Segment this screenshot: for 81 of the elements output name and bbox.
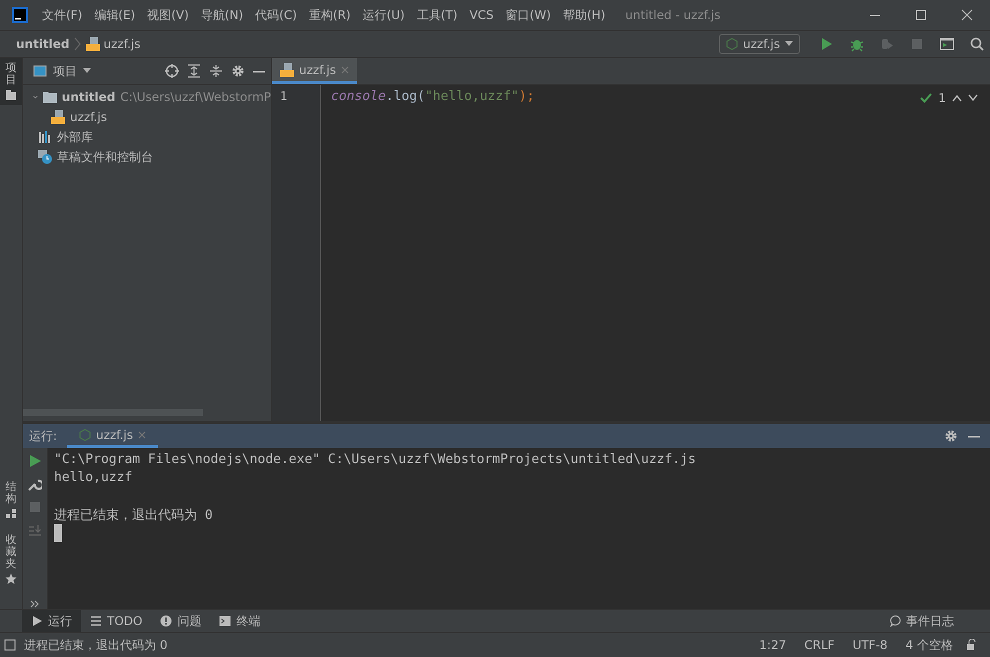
- tool-window-tab[interactable]: 问题: [151, 610, 210, 632]
- locate-icon[interactable]: [165, 64, 179, 78]
- maximize-icon[interactable]: [915, 9, 927, 21]
- panel-label: 运行:: [29, 428, 58, 444]
- nodejs-icon: [79, 428, 92, 440]
- side-tab[interactable]: 项目: [0, 58, 22, 106]
- close-icon[interactable]: [961, 9, 973, 21]
- status-message: 进程已结束，退出代码为 0: [24, 636, 168, 654]
- lock-icon[interactable]: [966, 639, 978, 651]
- menu-item[interactable]: 运行(U): [356, 6, 411, 24]
- app-logo-icon: [12, 7, 28, 23]
- tree-item[interactable]: 外部库: [57, 128, 93, 146]
- inspection-count[interactable]: 1: [938, 91, 946, 105]
- menu-item[interactable]: 文件(F): [36, 6, 88, 24]
- play-icon: [31, 615, 43, 627]
- menu-item[interactable]: 视图(V): [141, 6, 195, 24]
- window-title: untitled - uzzf.js: [625, 8, 720, 22]
- event-log-button[interactable]: 事件日志: [884, 612, 960, 630]
- project-window-icon: [33, 64, 47, 78]
- menu-item[interactable]: 窗口(W): [500, 6, 557, 24]
- console-line: "C:\Program Files\nodejs\node.exe" C:\Users\uzzf\WebstormProjects\untitled\uzzf.js: [54, 452, 697, 469]
- menu-item[interactable]: VCS: [463, 8, 500, 22]
- star-icon: [5, 573, 17, 585]
- settings-icon[interactable]: [231, 64, 245, 78]
- tool-window-tab[interactable]: 终端: [210, 610, 270, 632]
- status-item[interactable]: CRLF: [799, 638, 840, 652]
- js-file-icon: [51, 110, 65, 124]
- code-line: console.log("hello,uzzf");: [331, 89, 535, 106]
- folder-icon: [5, 89, 17, 102]
- tool-window-tab[interactable]: 运行: [22, 610, 81, 632]
- structure-icon: [5, 508, 17, 520]
- menu-item[interactable]: 导航(N): [194, 6, 250, 24]
- run-configuration-dropdown[interactable]: uzzf.js: [719, 34, 800, 54]
- speech-bubble-icon: [890, 615, 902, 627]
- library-icon: [38, 130, 52, 144]
- chevron-up-icon[interactable]: [952, 94, 962, 102]
- status-item[interactable]: 1:27: [754, 638, 792, 652]
- tool-window-tab[interactable]: TODO: [81, 610, 152, 632]
- menu-item[interactable]: 编辑(E): [88, 6, 142, 24]
- chevron-down-icon[interactable]: [968, 94, 978, 102]
- tree-item[interactable]: untitled: [62, 90, 116, 104]
- breadcrumb-item[interactable]: untitled: [16, 37, 70, 51]
- side-tab[interactable]: 收藏夹: [0, 530, 22, 589]
- more-icon[interactable]: [30, 599, 40, 609]
- scrollbar[interactable]: [23, 409, 203, 416]
- breadcrumb-item[interactable]: uzzf.js: [104, 37, 140, 51]
- collapse-all-icon[interactable]: [209, 64, 223, 78]
- search-icon[interactable]: [969, 36, 985, 52]
- scratch-clock-icon: [38, 150, 52, 164]
- panel-toggle-icon[interactable]: [4, 639, 16, 651]
- terminal-icon: [219, 615, 232, 627]
- chevron-right-icon: [74, 37, 82, 51]
- menu-item[interactable]: 工具(T): [410, 6, 464, 24]
- caret-down-icon: [785, 41, 793, 47]
- path-text: C:\Users\uzzf\WebstormP: [120, 90, 271, 104]
- text-cursor: [54, 524, 62, 542]
- side-tab[interactable]: 结构: [0, 476, 22, 524]
- menu-item[interactable]: 帮助(H): [556, 6, 612, 24]
- js-file-icon: [280, 62, 294, 76]
- js-file-icon: [86, 37, 100, 51]
- settings-icon[interactable]: [944, 429, 958, 443]
- nodejs-icon: [726, 38, 738, 50]
- exclamation-icon: [160, 615, 172, 627]
- status-item[interactable]: 4 个空格: [900, 636, 958, 654]
- caret-down-icon[interactable]: [83, 68, 91, 74]
- check-icon[interactable]: [920, 92, 932, 104]
- expand-all-icon[interactable]: [187, 64, 201, 78]
- editor-tab[interactable]: uzzf.js: [272, 58, 357, 84]
- line-number: 1: [279, 89, 288, 105]
- tree-item[interactable]: 草稿文件和控制台: [57, 148, 153, 166]
- status-item[interactable]: UTF-8: [848, 638, 893, 652]
- console-line: 进程已结束，退出代码为 0: [54, 507, 214, 524]
- list-icon: [90, 615, 102, 627]
- menu-item[interactable]: 重构(R): [302, 6, 357, 24]
- panel-title[interactable]: 项目: [53, 62, 77, 80]
- console-line: hello,uzzf: [54, 470, 134, 487]
- terminal-window-icon[interactable]: [939, 36, 955, 52]
- folder-icon: [42, 90, 57, 104]
- rerun-icon[interactable]: [28, 454, 42, 468]
- menu-item[interactable]: 代码(C): [249, 6, 303, 24]
- tree-item[interactable]: uzzf.js: [70, 110, 107, 124]
